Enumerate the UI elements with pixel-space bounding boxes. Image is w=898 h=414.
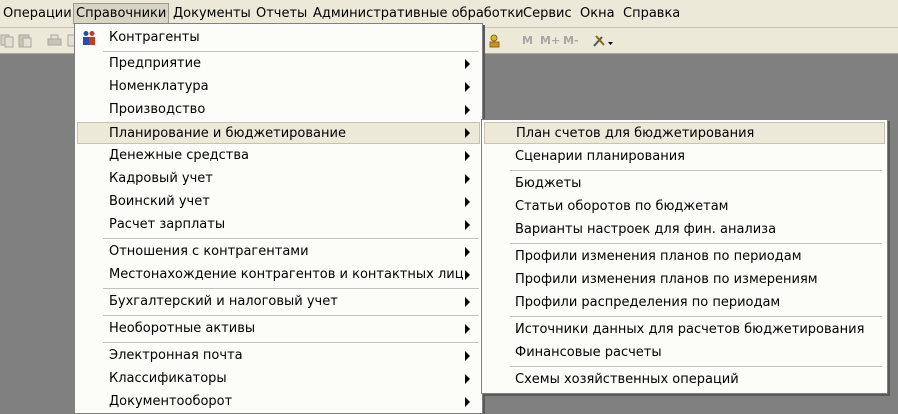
menu-item-label: Местонахождение контрагентов и контактны… [109,267,464,282]
submenu-item-label: Варианты настроек для фин. анализа [515,222,777,237]
catalogs-dropdown-menu: Контрагенты Предприятие Номенклатура Про… [74,23,483,414]
submenu-item-budget-turnover-items[interactable]: Статьи оборотов по бюджетам [484,196,885,218]
submenu-arrow-icon [465,324,470,334]
submenu-item-label: Финансовые расчеты [515,345,662,360]
menu-item-label: Кадровый учет [109,171,213,186]
submenu-item-label: Профили изменения планов по периодам [515,249,802,264]
submenu-arrow-icon [465,220,470,230]
memory-button[interactable]: М [522,31,533,50]
menu-item-email[interactable]: Электронная почта [77,345,480,367]
submenu-item-budget-chart-of-accounts[interactable]: План счетов для бюджетирования [484,122,885,144]
menu-item-counterparties[interactable]: Контрагенты [77,27,480,49]
submenu-arrow-icon [465,82,470,92]
planning-budgeting-submenu: План счетов для бюджетирования Сценарии … [481,119,888,394]
submenu-item-label: Профили распределения по периодам [515,295,781,310]
submenu-arrow-icon [465,247,470,257]
menu-item-locations[interactable]: Местонахождение контрагентов и контактны… [77,264,480,286]
submenu-item-label: Бюджеты [515,176,582,191]
submenu-arrow-icon [465,105,470,115]
separator [510,170,882,172]
submenu-arrow-icon [465,197,470,207]
menu-item-label: Классификаторы [109,371,227,386]
submenu-item-label: Схемы хозяйственных операций [515,372,739,387]
menu-windows[interactable]: Окна [578,4,615,23]
people-icon [83,31,95,45]
submenu-arrow-icon [465,351,470,361]
separator [103,342,479,344]
submenu-arrow-icon [465,151,470,161]
menu-item-label: Предприятие [109,56,202,71]
submenu-arrow-icon [465,59,470,69]
user-icon[interactable] [487,33,502,48]
menu-help[interactable]: Справка [621,4,680,23]
separator [103,315,479,317]
menu-item-enterprise[interactable]: Предприятие [77,53,480,75]
submenu-item-distribution-profiles[interactable]: Профили распределения по периодам [484,292,885,314]
menu-item-classifiers[interactable]: Классификаторы [77,368,480,390]
menu-item-label: Бухгалтерский и налоговый учет [109,294,338,309]
menu-item-counterparty-relations[interactable]: Отношения с контрагентами [77,241,480,263]
memory-plus-button[interactable]: М+ [540,31,560,50]
menu-reports[interactable]: Отчеты [254,4,307,23]
menu-item-label: Денежные средства [109,148,249,163]
copy-icon[interactable] [0,33,15,48]
menu-item-nomenclature[interactable]: Номенклатура [77,76,480,98]
submenu-item-business-operation-schemes[interactable]: Схемы хозяйственных операций [484,369,885,391]
menu-operations[interactable]: Операции [1,4,72,23]
submenu-item-financial-calculations[interactable]: Финансовые расчеты [484,342,885,364]
menu-item-hr[interactable]: Кадровый учет [77,168,480,190]
submenu-item-budgets[interactable]: Бюджеты [484,173,885,195]
submenu-item-fin-analysis-settings[interactable]: Варианты настроек для фин. анализа [484,219,885,241]
memory-minus-button[interactable]: М- [563,31,579,50]
menu-item-label: Контрагенты [109,30,200,45]
print-icon[interactable] [47,33,62,48]
submenu-item-label: План счетов для бюджетирования [516,126,755,141]
submenu-arrow-icon [465,397,470,407]
menu-admin-processing[interactable]: Административные обработки [311,4,524,23]
menu-item-label: Воинский учет [109,194,210,209]
paste-icon[interactable] [18,33,33,48]
menu-item-cash[interactable]: Денежные средства [77,145,480,167]
tools-icon[interactable] [592,33,614,48]
submenu-item-label: Сценарии планирования [515,149,685,164]
menu-item-payroll[interactable]: Расчет зарплаты [77,214,480,236]
menu-item-label: Отношения с контрагентами [109,244,309,259]
menu-item-label: Производство [109,102,206,117]
submenu-item-data-sources[interactable]: Источники данных для расчетов бюджетиров… [484,319,885,341]
menu-item-production[interactable]: Производство [77,99,480,121]
submenu-arrow-icon [465,297,470,307]
menu-item-label: Необоротные активы [109,321,256,336]
separator [103,238,479,240]
submenu-arrow-icon [465,128,470,138]
menu-item-planning-budgeting[interactable]: Планирование и бюджетирование [77,122,480,144]
separator [510,366,882,368]
separator [103,288,479,290]
menu-item-label: Документооборот [109,394,233,409]
menu-item-label: Номенклатура [109,79,209,94]
menu-item-label: Электронная почта [109,348,243,363]
submenu-item-plan-change-profiles-periods[interactable]: Профили изменения планов по периодам [484,246,885,268]
menu-documents[interactable]: Документы [171,4,251,23]
submenu-arrow-icon [465,374,470,384]
menu-catalogs[interactable]: Справочники [73,3,169,24]
menu-item-document-flow[interactable]: Документооборот [77,391,480,413]
submenu-arrow-icon [465,174,470,184]
submenu-item-plan-change-profiles-dimensions[interactable]: Профили изменения планов по измерениям [484,269,885,291]
menu-service[interactable]: Сервис [521,4,572,23]
submenu-item-label: Профили изменения планов по измерениям [515,272,818,287]
menu-item-accounting-tax[interactable]: Бухгалтерский и налоговый учет [77,291,480,313]
menu-item-label: Расчет зарплаты [109,217,226,232]
menu-item-noncurrent-assets[interactable]: Необоротные активы [77,318,480,340]
submenu-item-label: Статьи оборотов по бюджетам [515,199,729,214]
separator [510,316,882,318]
menu-item-military[interactable]: Воинский учет [77,191,480,213]
separator [510,243,882,245]
submenu-arrow-icon [465,270,470,280]
menu-item-label: Планирование и бюджетирование [109,126,346,141]
submenu-item-label: Источники данных для расчетов бюджетиров… [515,322,865,337]
submenu-item-planning-scenarios[interactable]: Сценарии планирования [484,146,885,168]
